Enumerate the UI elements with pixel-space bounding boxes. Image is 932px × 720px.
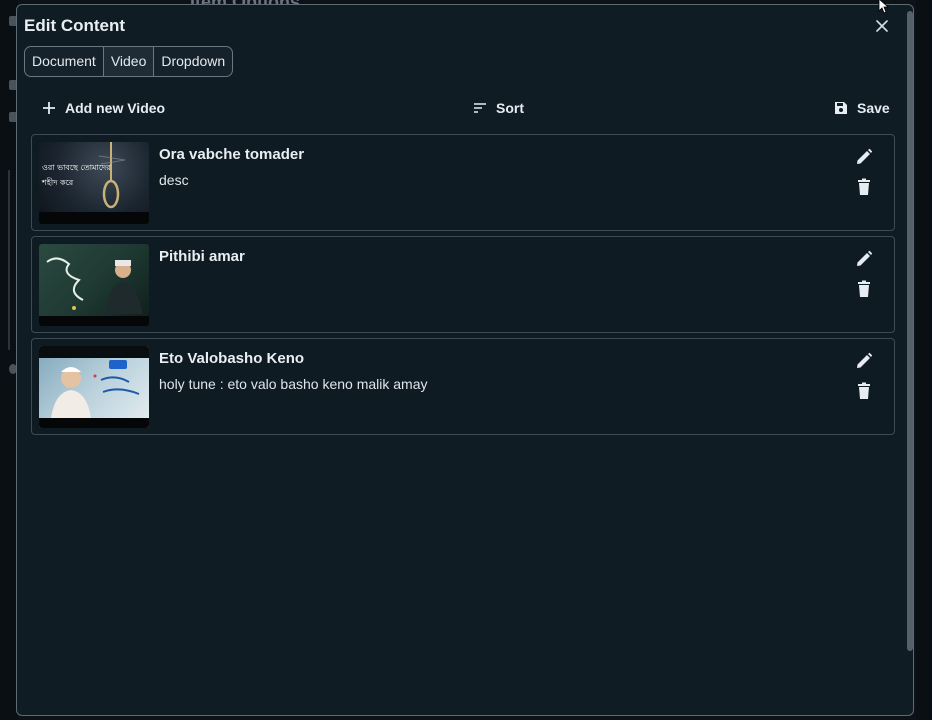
delete-video-button[interactable] (855, 178, 875, 198)
video-description: desc (159, 172, 189, 188)
plus-icon (43, 102, 55, 114)
video-list-item: ওরা ভাবছে তোমাদের শহীদ করে Ora vabche to… (31, 134, 895, 231)
sort-button[interactable]: Sort (473, 100, 524, 116)
close-button[interactable] (873, 17, 891, 35)
pencil-icon (857, 148, 873, 164)
pencil-icon (857, 250, 873, 266)
video-description: holy tune : eto valo basho keno malik am… (159, 376, 428, 392)
background-divider (8, 170, 10, 350)
mouse-cursor-icon (878, 0, 890, 14)
video-title: Eto Valobasho Keno (159, 350, 305, 367)
edit-video-button[interactable] (855, 148, 875, 168)
singer-illustration-icon (39, 346, 149, 428)
trash-icon (858, 382, 870, 399)
tab-video[interactable]: Video (103, 47, 155, 76)
video-title: Ora vabche tomader (159, 146, 305, 163)
video-list: ওরা ভাবছে তোমাদের শহীদ করে Ora vabche to… (31, 134, 895, 440)
tab-dropdown[interactable]: Dropdown (154, 47, 232, 76)
delete-video-button[interactable] (855, 382, 875, 402)
trash-icon (858, 178, 870, 195)
tab-document[interactable]: Document (25, 47, 104, 76)
content-type-tabs: Document Video Dropdown (24, 46, 234, 77)
floppy-disk-icon (835, 102, 847, 114)
pencil-icon (857, 352, 873, 368)
delete-video-button[interactable] (855, 280, 875, 300)
thumbnail-caption-line-1: ওরা ভাবছে তোমাদের (42, 163, 111, 172)
sort-label: Sort (496, 100, 524, 116)
close-icon (876, 20, 888, 32)
video-thumbnail (39, 346, 149, 428)
video-title: Pithibi amar (159, 248, 245, 265)
background-right-edge (916, 0, 932, 720)
edit-content-modal: Edit Content Document Video Dropdown Add… (16, 4, 914, 716)
add-video-label: Add new Video (65, 100, 166, 116)
edit-video-button[interactable] (855, 250, 875, 270)
modal-scrollbar[interactable] (907, 11, 913, 651)
edit-video-button[interactable] (855, 352, 875, 372)
video-list-item: Eto Valobasho Keno holy tune : eto valo … (31, 338, 895, 435)
trash-icon (858, 280, 870, 297)
video-thumbnail: ওরা ভাবছে তোমাদের শহীদ করে (39, 142, 149, 224)
sort-icon (474, 103, 486, 113)
thumbnail-caption-line-2: শহীদ করে (42, 178, 74, 187)
modal-title: Edit Content (24, 16, 126, 35)
video-thumbnail (39, 244, 149, 326)
portrait-illustration-icon (39, 257, 149, 326)
save-label: Save (857, 100, 890, 116)
video-list-item: Pithibi amar (31, 236, 895, 333)
save-button[interactable]: Save (834, 100, 890, 116)
add-video-button[interactable]: Add new Video (42, 100, 165, 116)
